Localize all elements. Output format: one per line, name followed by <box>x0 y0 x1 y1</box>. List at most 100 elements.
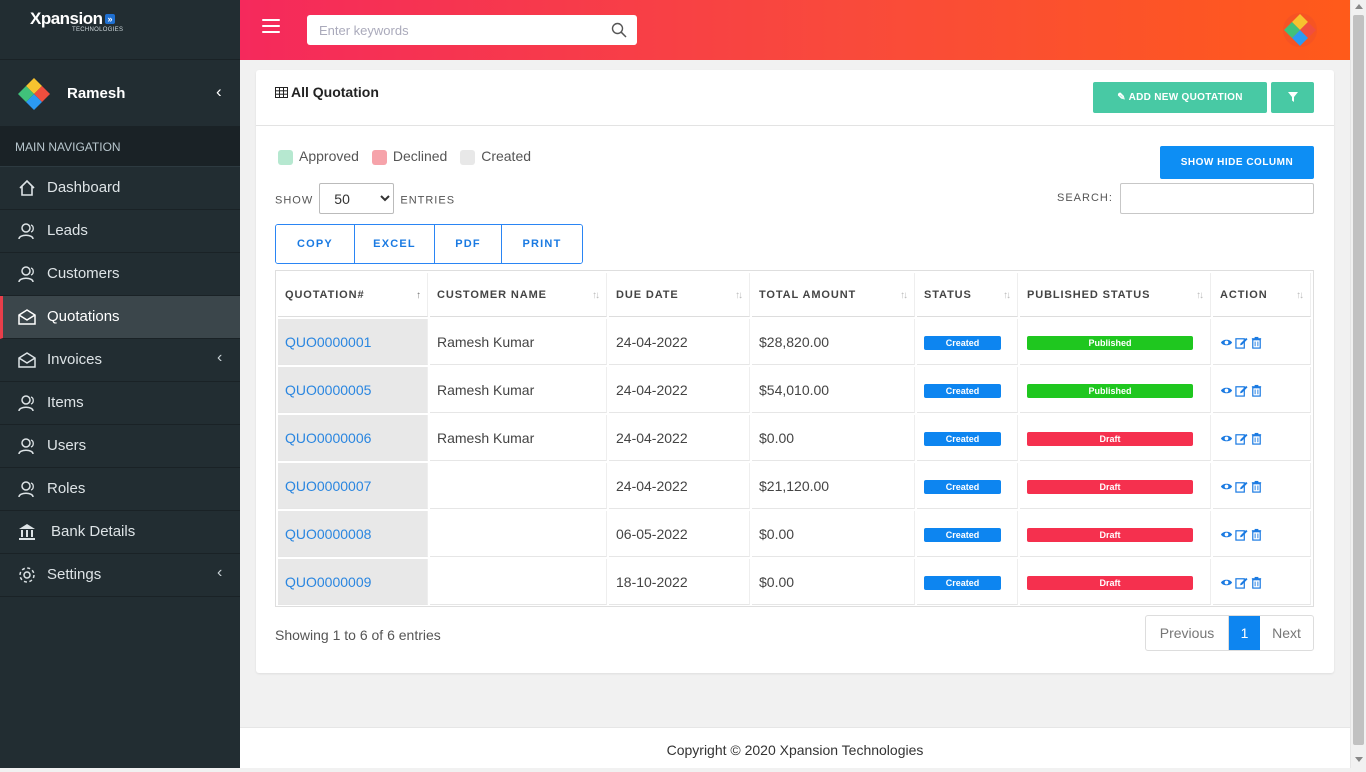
hamburger-menu-icon[interactable] <box>262 19 280 35</box>
sidebar-item-quotations[interactable]: Quotations <box>0 296 240 339</box>
sidebar-item-users[interactable]: Users <box>0 425 240 468</box>
show-hide-column-button[interactable]: SHOW HIDE COLUMN <box>1160 146 1314 179</box>
next-page-button[interactable]: Next <box>1260 616 1313 650</box>
delete-trash-icon[interactable] <box>1250 336 1263 349</box>
quotation-link[interactable]: QUO0000007 <box>285 478 371 494</box>
legend-item-declined: Declined <box>371 148 447 165</box>
edit-icon[interactable] <box>1235 528 1248 541</box>
view-eye-icon[interactable] <box>1220 528 1233 541</box>
quotation-link[interactable]: QUO0000005 <box>285 382 371 398</box>
sidebar: Xpansion» TECHNOLOGIES Ramesh ‹ MAIN NAV… <box>0 0 240 768</box>
brand-logo[interactable]: Xpansion» <box>30 9 116 29</box>
sidebar-item-items[interactable]: Items <box>0 382 240 425</box>
sort-icon: ↑↓ <box>592 290 600 301</box>
column-header-total-amount[interactable]: TOTAL AMOUNT ↑↓ <box>752 273 915 317</box>
table-search-input[interactable] <box>1120 183 1314 214</box>
published-status-badge: Draft <box>1027 432 1193 446</box>
scroll-down-icon[interactable] <box>1355 757 1363 762</box>
home-icon <box>19 179 35 196</box>
delete-trash-icon[interactable] <box>1250 432 1263 445</box>
sidebar-item-label: Quotations <box>47 308 120 325</box>
quotation-link[interactable]: QUO0000008 <box>285 526 371 542</box>
cell-customer-name: Ramesh Kumar <box>430 319 607 365</box>
sidebar-item-bank-details[interactable]: Bank Details <box>0 511 240 554</box>
edit-icon[interactable] <box>1235 432 1248 445</box>
excel-button[interactable]: EXCEL <box>355 225 435 263</box>
bank-icon <box>19 524 35 540</box>
brand: Xpansion» TECHNOLOGIES <box>0 0 240 60</box>
view-eye-icon[interactable] <box>1220 576 1233 589</box>
cell-quotation-number: QUO0000005 <box>278 367 428 413</box>
cell-published-status: Published <box>1020 367 1211 413</box>
pdf-button[interactable]: PDF <box>435 225 502 263</box>
cell-status: Created <box>917 511 1018 557</box>
edit-icon[interactable] <box>1235 576 1248 589</box>
column-header-due-date[interactable]: DUE DATE ↑↓ <box>609 273 750 317</box>
column-header-customer-name[interactable]: CUSTOMER NAME ↑↓ <box>430 273 607 317</box>
sidebar-item-leads[interactable]: Leads <box>0 210 240 253</box>
cell-status: Created <box>917 367 1018 413</box>
column-label: ACTION <box>1220 288 1268 301</box>
scroll-up-icon[interactable] <box>1355 4 1363 9</box>
view-eye-icon[interactable] <box>1220 336 1233 349</box>
sidebar-item-roles[interactable]: Roles <box>0 468 240 511</box>
sidebar-item-invoices[interactable]: Invoices ‹ <box>0 339 240 382</box>
chevron-left-icon[interactable]: ‹ <box>216 82 222 102</box>
column-header-action[interactable]: ACTION ↑↓ <box>1213 273 1311 317</box>
cell-due-date: 06-05-2022 <box>609 511 750 557</box>
edit-icon[interactable] <box>1235 480 1248 493</box>
cell-due-date: 24-04-2022 <box>609 319 750 365</box>
previous-page-button[interactable]: Previous <box>1146 616 1229 650</box>
print-button[interactable]: PRINT <box>502 225 582 263</box>
column-header-published-status[interactable]: PUBLISHED STATUS ↑↓ <box>1020 273 1211 317</box>
page-scrollbar[interactable] <box>1350 0 1366 768</box>
add-new-quotation-button[interactable]: ✎ ADD NEW QUOTATION <box>1093 82 1267 113</box>
cell-action <box>1213 367 1311 413</box>
gear-icon <box>19 567 35 583</box>
user-name: Ramesh <box>67 85 126 102</box>
brand-badge: » <box>104 14 116 24</box>
entries-select[interactable]: 102550100 <box>319 183 395 214</box>
cell-action <box>1213 415 1311 461</box>
sort-icon: ↑↓ <box>1296 290 1304 301</box>
cell-customer-name: Ramesh Kumar <box>430 415 607 461</box>
sort-asc-icon: ↑ <box>416 290 421 301</box>
cell-quotation-number: QUO0000007 <box>278 463 428 509</box>
search-input[interactable] <box>307 15 597 45</box>
sidebar-item-dashboard[interactable]: Dashboard <box>0 167 240 210</box>
app-logo-icon[interactable] <box>1282 12 1318 48</box>
delete-trash-icon[interactable] <box>1250 528 1263 541</box>
sidebar-item-customers[interactable]: Customers <box>0 253 240 296</box>
user-panel[interactable]: Ramesh ‹ <box>0 60 240 127</box>
column-header-quotation[interactable]: QUOTATION# ↑ <box>278 273 428 317</box>
quotation-link[interactable]: QUO0000001 <box>285 334 371 350</box>
quotation-table-wrapper: QUOTATION# ↑ CUSTOMER NAME ↑↓ DUE DATE ↑↓ T… <box>275 270 1314 607</box>
cell-total-amount: $0.00 <box>752 511 915 557</box>
search-icon[interactable] <box>611 22 627 38</box>
delete-trash-icon[interactable] <box>1250 576 1263 589</box>
status-legend: Approved Declined Created <box>278 148 540 165</box>
edit-icon[interactable] <box>1235 384 1248 397</box>
sidebar-item-label: Dashboard <box>47 179 121 196</box>
sidebar-item-settings[interactable]: Settings ‹ <box>0 554 240 597</box>
delete-trash-icon[interactable] <box>1250 384 1263 397</box>
filter-button[interactable] <box>1271 82 1314 113</box>
view-eye-icon[interactable] <box>1220 432 1233 445</box>
legend-label: Created <box>481 148 532 164</box>
quotation-link[interactable]: QUO0000006 <box>285 430 371 446</box>
quotation-link[interactable]: QUO0000009 <box>285 574 371 590</box>
page-1-button[interactable]: 1 <box>1229 616 1260 650</box>
delete-trash-icon[interactable] <box>1250 480 1263 493</box>
sidebar-item-label: Settings <box>47 566 102 583</box>
column-header-status[interactable]: STATUS ↑↓ <box>917 273 1018 317</box>
cell-total-amount: $21,120.00 <box>752 463 915 509</box>
cell-customer-name <box>430 559 607 605</box>
footer: Copyright © 2020 Xpansion Technologies <box>240 727 1350 768</box>
legend-swatch <box>460 150 476 165</box>
view-eye-icon[interactable] <box>1220 384 1233 397</box>
cell-total-amount: $0.00 <box>752 415 915 461</box>
scrollbar-thumb[interactable] <box>1353 15 1364 745</box>
view-eye-icon[interactable] <box>1220 480 1233 493</box>
edit-icon[interactable] <box>1235 336 1248 349</box>
copy-button[interactable]: COPY <box>276 225 355 263</box>
